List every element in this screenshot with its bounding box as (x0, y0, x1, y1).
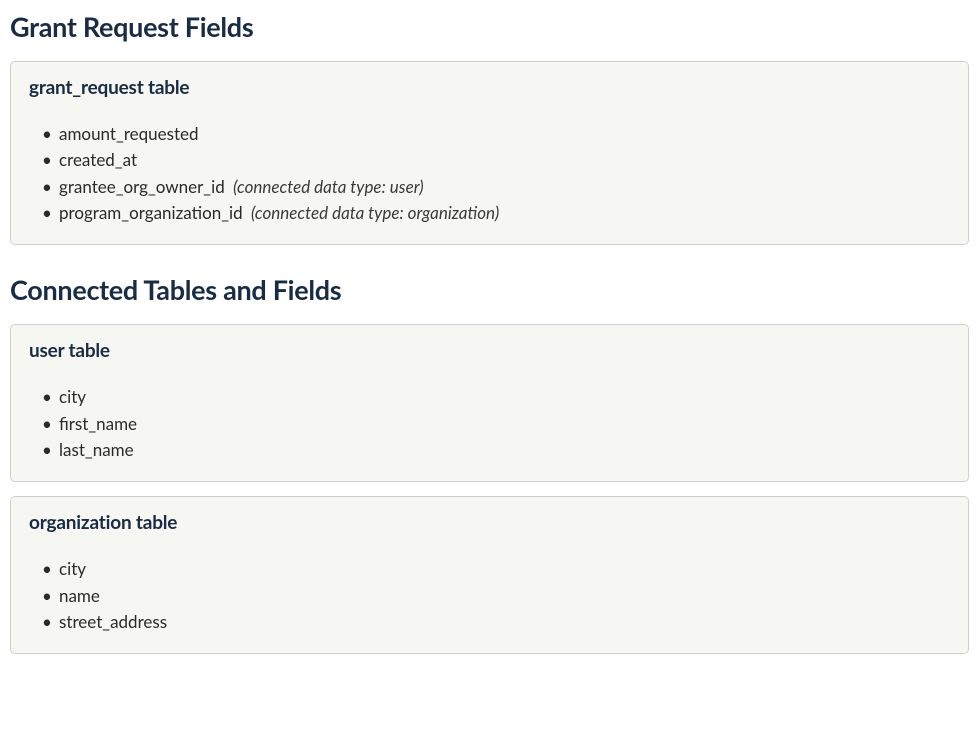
field-name: last_name (59, 439, 134, 460)
field-list: city name street_address (29, 556, 950, 645)
list-item: program_organization_id (connected data … (59, 200, 950, 226)
card-title: organization table (29, 511, 950, 534)
field-note: (connected data type: organization) (251, 202, 499, 223)
section-heading-grant-request-fields: Grant Request Fields (10, 10, 969, 43)
card-title: user table (29, 339, 950, 362)
list-item: first_name (59, 411, 950, 437)
field-name: city (59, 386, 86, 407)
field-list: city first_name last_name (29, 384, 950, 473)
field-name: grantee_org_owner_id (59, 176, 225, 197)
list-item: city (59, 556, 950, 582)
card-title: grant_request table (29, 76, 950, 99)
field-name: program_organization_id (59, 202, 243, 223)
field-name: amount_requested (59, 123, 199, 144)
field-name: created_at (59, 149, 137, 170)
card-grant-request-table: grant_request table amount_requested cre… (10, 61, 969, 245)
field-note: (connected data type: user) (233, 176, 424, 197)
list-item: amount_requested (59, 121, 950, 147)
list-item: name (59, 583, 950, 609)
field-list: amount_requested created_at grantee_org_… (29, 121, 950, 236)
field-name: first_name (59, 413, 137, 434)
section-heading-connected-tables-and-fields: Connected Tables and Fields (10, 273, 969, 306)
card-organization-table: organization table city name street_addr… (10, 496, 969, 654)
field-name: street_address (59, 611, 167, 632)
card-user-table: user table city first_name last_name (10, 324, 969, 482)
list-item: created_at (59, 147, 950, 173)
list-item: last_name (59, 437, 950, 463)
field-name: name (59, 585, 100, 606)
list-item: street_address (59, 609, 950, 635)
list-item: grantee_org_owner_id (connected data typ… (59, 174, 950, 200)
field-name: city (59, 558, 86, 579)
list-item: city (59, 384, 950, 410)
